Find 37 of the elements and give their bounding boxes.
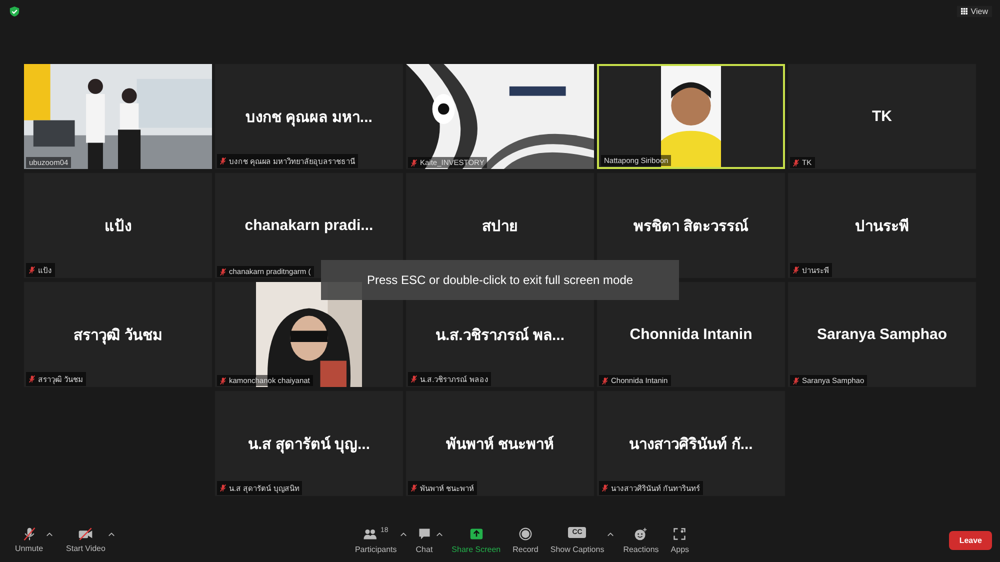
participant-name: น.ส.วชิราภรณ์ พล... — [435, 326, 564, 346]
reactions-button[interactable]: Reactions — [620, 524, 662, 556]
shield-icon — [9, 6, 20, 17]
unmute-button[interactable]: Unmute — [12, 525, 46, 555]
participant-name: chanakarn pradi... — [244, 217, 374, 234]
participant-name: นางสาวศิรินันท์ กั... — [629, 434, 753, 454]
chat-icon — [416, 526, 432, 540]
participant-name: พันพาห์ ชนะพาห์ — [446, 434, 554, 454]
caret-icon[interactable] — [46, 532, 54, 537]
chat-button[interactable]: Chat — [412, 524, 436, 556]
view-button[interactable]: View — [956, 6, 992, 17]
record-icon — [518, 526, 533, 540]
apps-button[interactable]: Apps — [668, 524, 692, 556]
participant-name: TK — [872, 108, 892, 125]
share-screen-icon — [468, 526, 484, 540]
participant-name: แป้ง — [104, 216, 132, 236]
record-button[interactable]: Record — [510, 524, 542, 556]
caret-icon[interactable] — [436, 532, 443, 536]
participant-name: พรชิตา สิตะวรรณ์ — [633, 216, 749, 236]
leave-button[interactable]: Leave — [949, 530, 992, 550]
participant-name: ปานระพี — [855, 216, 909, 236]
smiley-icon — [633, 526, 648, 540]
participant-name: บงกช คุณผล มหา... — [246, 108, 372, 128]
fullscreen-hint: Press ESC or double-click to exit full screen mode — [321, 260, 679, 300]
share-button[interactable]: Share Screen — [448, 524, 504, 556]
start-video-button[interactable]: Start Video — [63, 525, 108, 555]
caret-icon[interactable] — [607, 532, 614, 536]
participant-name: น.ส สุดารัตน์ บุญ... — [248, 434, 370, 456]
participant-name: Chonnida Intanin — [630, 326, 752, 343]
grid-icon — [960, 8, 968, 15]
participant-name: Saranya Samphao — [816, 326, 948, 343]
participant-name: สราวุฒิ วันชม — [73, 326, 163, 346]
people-icon — [363, 526, 378, 540]
caret-icon[interactable] — [108, 532, 116, 537]
participant-name: สปาย — [482, 216, 518, 236]
apps-icon — [672, 526, 688, 540]
caret-icon[interactable] — [400, 532, 407, 536]
